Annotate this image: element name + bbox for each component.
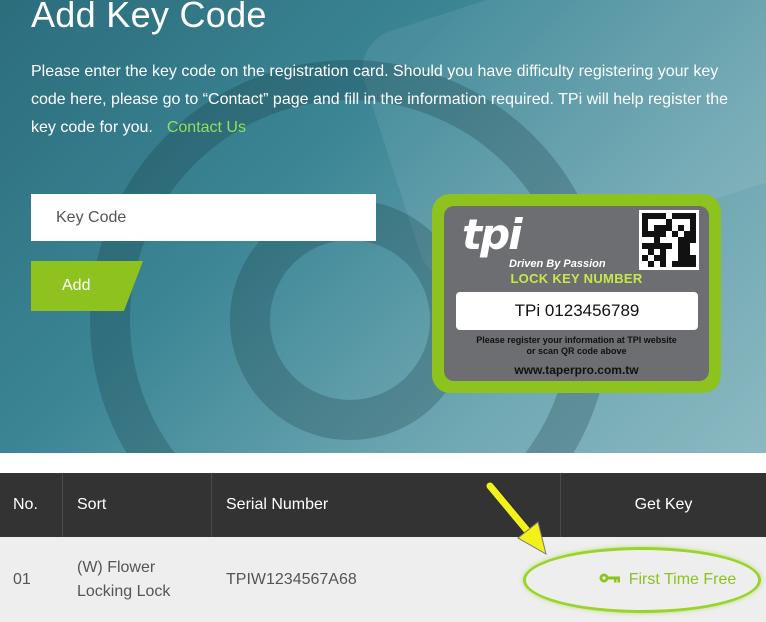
registration-card-illustration: tpi Driven By Passion LOCK KEY NUMBER TP… <box>432 194 721 393</box>
page-title: Add Key Code <box>31 0 267 35</box>
qr-code-icon <box>639 210 699 270</box>
header-sort: Sort <box>63 473 212 537</box>
row-sort-line1: (W) Flower <box>77 558 156 576</box>
lock-key-number-label: LOCK KEY NUMBER <box>510 271 643 286</box>
tpi-logo: tpi <box>462 210 523 259</box>
header-get-key: Get Key <box>634 496 693 513</box>
row-sort-line2: Locking Lock <box>77 582 171 600</box>
row-sort: (W) Flower Locking Lock <box>63 537 212 622</box>
instructions-text: Please enter the key code on the registr… <box>31 58 731 142</box>
table-header: No. Sort Serial Number Get Key <box>0 473 766 537</box>
add-button[interactable]: Add <box>31 261 143 311</box>
card-panel: tpi Driven By Passion LOCK KEY NUMBER TP… <box>444 206 709 381</box>
card-note-line1: Please register your information at TPI … <box>476 335 677 345</box>
row-no: 01 <box>13 570 31 588</box>
contact-us-link[interactable]: Contact Us <box>167 119 246 136</box>
card-website: www.taperpro.com.tw <box>514 363 639 377</box>
header-no: No. <box>0 473 63 537</box>
card-key-number: TPi 0123456789 <box>456 292 698 330</box>
card-note-line2: or scan QR code above <box>526 346 627 356</box>
card-tagline: Driven By Passion <box>509 258 606 270</box>
card-note: Please register your information at TPI … <box>444 335 709 357</box>
yellow-arrow-icon <box>486 482 547 556</box>
key-code-input[interactable] <box>31 194 376 241</box>
instructions-body: Please enter the key code on the registr… <box>31 63 728 136</box>
